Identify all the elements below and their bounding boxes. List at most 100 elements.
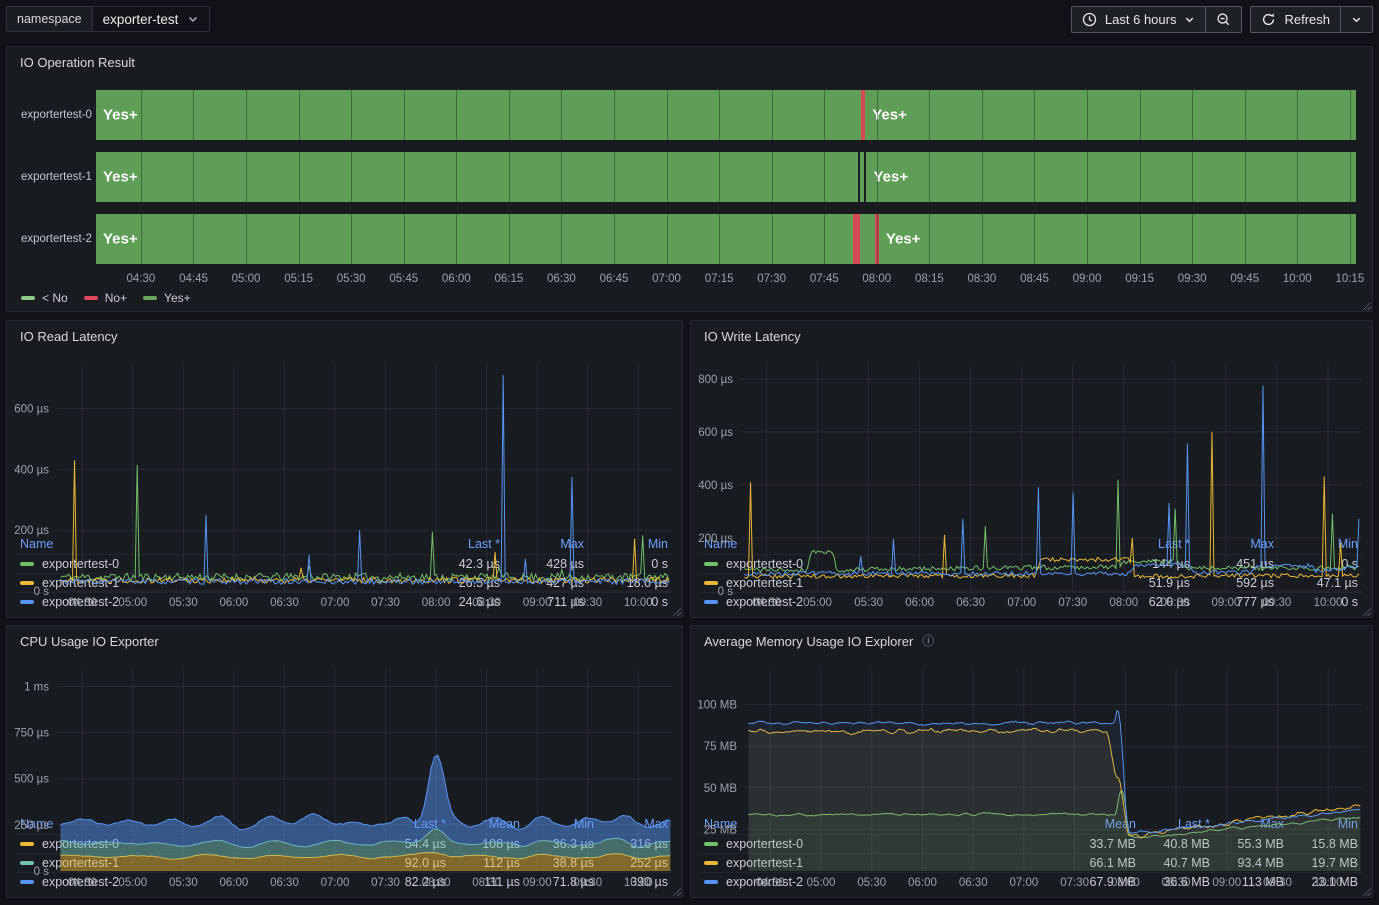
y-tick-label: 200 µs bbox=[698, 533, 733, 545]
x-tick-label: 06:15 bbox=[494, 273, 523, 285]
x-tick-label: 07:00 bbox=[652, 273, 681, 285]
timeline-segment-yes: Yes+ bbox=[866, 152, 1356, 202]
timeline-segment-yes: Yes+ bbox=[879, 214, 1356, 264]
x-tick-label: 07:30 bbox=[1060, 877, 1089, 889]
namespace-variable-dropdown[interactable]: exporter-test bbox=[92, 6, 211, 32]
x-tick-label: 05:30 bbox=[169, 877, 198, 889]
x-tick-label: 09:00 bbox=[1073, 273, 1102, 285]
y-tick-label: 600 µs bbox=[14, 404, 49, 416]
x-tick-label: 08:30 bbox=[1162, 877, 1191, 889]
x-tick-label: 08:30 bbox=[472, 597, 501, 609]
x-tick-label: 07:30 bbox=[1058, 597, 1087, 609]
y-tick-label: 500 µs bbox=[14, 774, 49, 786]
x-tick-label: 06:30 bbox=[547, 273, 576, 285]
x-tick-label: 05:00 bbox=[807, 877, 836, 889]
x-tick-label: 07:00 bbox=[321, 877, 350, 889]
zoom-out-button[interactable] bbox=[1206, 6, 1242, 33]
segment-state-label: Yes+ bbox=[103, 107, 138, 124]
legend-item-no[interactable]: No+ bbox=[84, 291, 127, 305]
panel-title-io-operation-result[interactable]: IO Operation Result bbox=[7, 47, 1372, 77]
timeline-segment-yes bbox=[860, 214, 876, 264]
y-tick-label: 75 MB bbox=[704, 741, 738, 753]
timeline-plot: Yes+Yes+Yes+Yes+Yes+Yes+ bbox=[96, 90, 1356, 264]
y-tick-label: 25 MB bbox=[704, 824, 738, 836]
legend-item-no[interactable]: < No bbox=[21, 291, 68, 305]
x-tick-label: 04:30 bbox=[68, 877, 97, 889]
y-tick-label: 600 µs bbox=[698, 427, 733, 439]
panel-title-cpu-usage[interactable]: CPU Usage IO Exporter bbox=[7, 626, 682, 656]
x-tick-label: 09:15 bbox=[1125, 273, 1154, 285]
x-tick-label: 04:30 bbox=[752, 597, 781, 609]
line-exportertest-1 bbox=[60, 460, 669, 583]
refresh-label: Refresh bbox=[1284, 12, 1330, 27]
clock-icon bbox=[1082, 12, 1097, 27]
line-exportertest-0 bbox=[60, 465, 669, 581]
x-tick-label: 05:30 bbox=[857, 877, 886, 889]
x-tick-label: 09:00 bbox=[1212, 877, 1241, 889]
x-tick-label: 09:30 bbox=[1263, 597, 1292, 609]
segment-state-label: Yes+ bbox=[886, 231, 921, 248]
legend-color-swatch bbox=[21, 296, 35, 300]
x-tick-label: 08:00 bbox=[1109, 597, 1138, 609]
x-tick-label: 08:15 bbox=[915, 273, 944, 285]
x-tick-label: 10:15 bbox=[1335, 273, 1364, 285]
timeline-row: Yes+Yes+ bbox=[96, 152, 1356, 202]
y-tick-label: 0 s bbox=[718, 586, 734, 598]
timeline-row-labels: exportertest-0exportertest-1exportertest… bbox=[7, 90, 96, 276]
mem-svg: 25 MB50 MB75 MB100 MB04:3005:0005:3006:0… bbox=[691, 656, 1372, 891]
memory-usage-chart: 25 MB50 MB75 MB100 MB04:3005:0005:3006:0… bbox=[691, 656, 1372, 816]
y-tick-label: 250 µs bbox=[14, 820, 49, 832]
timeline-segment-yes: Yes+ bbox=[96, 214, 853, 264]
zoom-out-icon bbox=[1216, 12, 1231, 27]
x-tick-label: 10:00 bbox=[1283, 273, 1312, 285]
timeline-segment-yes: Yes+ bbox=[96, 152, 858, 202]
variable-value: exporter-test bbox=[103, 12, 179, 27]
line-exportertest-1 bbox=[744, 432, 1359, 578]
x-tick-label: 09:30 bbox=[573, 597, 602, 609]
x-tick-label: 05:00 bbox=[118, 597, 147, 609]
segment-state-label: Yes+ bbox=[103, 231, 138, 248]
legend-label: < No bbox=[42, 291, 68, 305]
x-tick-label: 09:00 bbox=[523, 877, 552, 889]
info-icon[interactable]: ⓘ bbox=[922, 634, 934, 648]
x-tick-label: 08:00 bbox=[862, 273, 891, 285]
panel-io-read-latency: IO Read Latency 0 s200 µs400 µs600 µs04:… bbox=[6, 320, 683, 618]
timeline-x-axis: 04:3004:4505:0005:1505:3005:4506:0006:15… bbox=[96, 273, 1356, 287]
x-tick-label: 05:15 bbox=[284, 273, 313, 285]
timeline-row: Yes+ Yes+ bbox=[96, 90, 1356, 140]
x-tick-label: 04:30 bbox=[127, 273, 156, 285]
y-tick-label: 750 µs bbox=[14, 728, 49, 740]
panel-title-text: IO Write Latency bbox=[704, 329, 801, 344]
x-tick-label: 07:15 bbox=[705, 273, 734, 285]
x-tick-label: 07:30 bbox=[371, 597, 400, 609]
x-tick-label: 06:30 bbox=[956, 597, 985, 609]
x-tick-label: 04:30 bbox=[756, 877, 785, 889]
y-tick-label: 800 µs bbox=[698, 374, 733, 386]
refresh-interval-dropdown[interactable] bbox=[1341, 6, 1373, 33]
time-range-picker[interactable]: Last 6 hours bbox=[1071, 6, 1207, 33]
panel-title-io-write-latency[interactable]: IO Write Latency bbox=[691, 321, 1372, 351]
timeline-legend: < No No+ Yes+ bbox=[21, 291, 191, 305]
x-tick-label: 06:00 bbox=[442, 273, 471, 285]
x-tick-label: 08:45 bbox=[1020, 273, 1049, 285]
panel-title-average-memory-usage[interactable]: Average Memory Usage IO Explorer ⓘ bbox=[691, 626, 1372, 656]
panel-resize-handle[interactable] bbox=[1362, 301, 1371, 310]
y-tick-label: 1 ms bbox=[24, 681, 49, 693]
x-tick-label: 05:00 bbox=[118, 877, 147, 889]
panel-title-io-read-latency[interactable]: IO Read Latency bbox=[7, 321, 682, 351]
refresh-button[interactable]: Refresh bbox=[1250, 6, 1341, 33]
x-tick-label: 08:30 bbox=[472, 877, 501, 889]
panel-title-text: Average Memory Usage IO Explorer bbox=[704, 634, 913, 649]
legend-item-yes[interactable]: Yes+ bbox=[143, 291, 191, 305]
x-tick-label: 09:30 bbox=[573, 877, 602, 889]
x-tick-label: 06:00 bbox=[905, 597, 934, 609]
y-tick-label: 400 µs bbox=[698, 480, 733, 492]
time-range-label: Last 6 hours bbox=[1105, 12, 1177, 27]
panel-io-write-latency: IO Write Latency 0 s 200 µs 400 µs 600 µs 80… bbox=[690, 320, 1373, 618]
x-tick-label: 08:00 bbox=[422, 597, 451, 609]
timeline-segment-yes: Yes+ bbox=[865, 90, 1356, 140]
read-svg: 0 s200 µs400 µs600 µs04:3005:0005:3006:0… bbox=[7, 351, 682, 611]
x-tick-label: 10:00 bbox=[1314, 877, 1343, 889]
y-tick-label: 0 s bbox=[34, 866, 50, 878]
line-exportertest-2 bbox=[60, 755, 670, 829]
